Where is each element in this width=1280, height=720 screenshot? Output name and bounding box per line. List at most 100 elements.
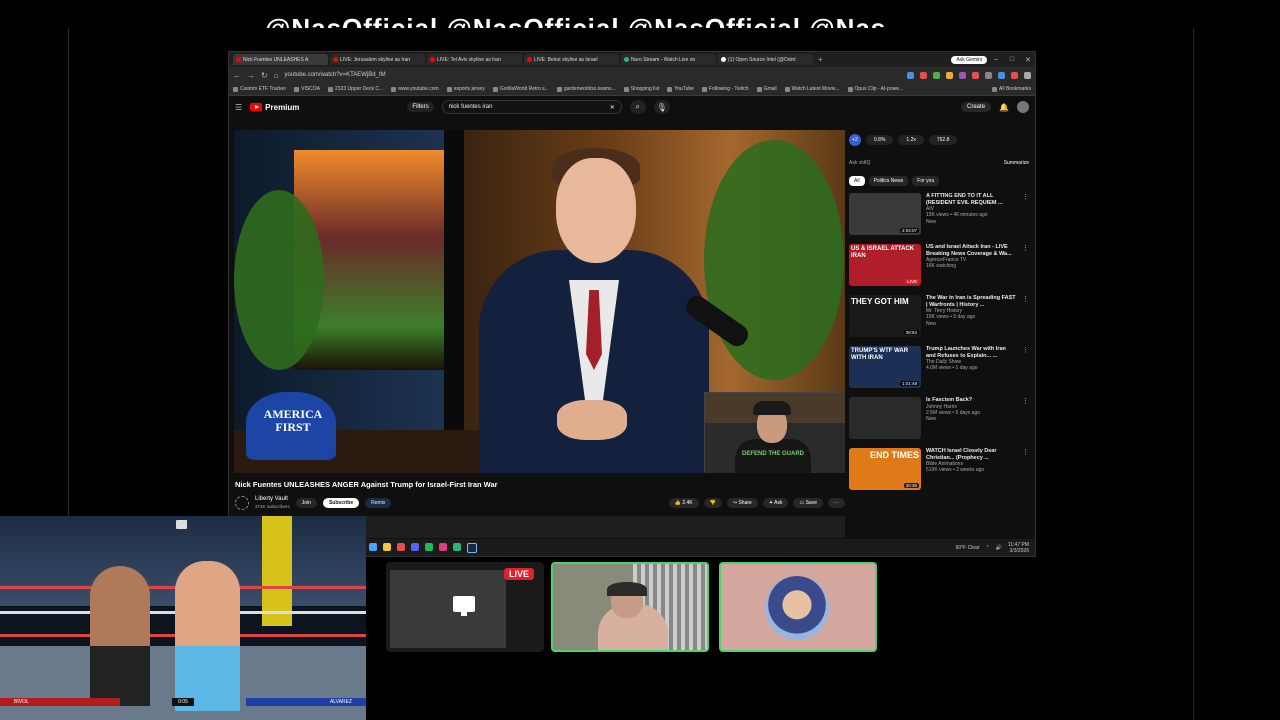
volume-icon[interactable]: 🔊 (996, 545, 1002, 551)
app-icon[interactable] (453, 542, 461, 551)
bell-icon[interactable]: 🔔 (999, 103, 1009, 112)
extension-icon[interactable] (972, 71, 979, 79)
more-options-icon[interactable]: ⋮ (1022, 448, 1029, 492)
vidiq-badge[interactable]: +2 (849, 134, 861, 146)
chip-all[interactable]: All (849, 176, 865, 186)
video-thumbnail[interactable]: US & ISRAEL ATTACK IRAN LIVE (849, 244, 921, 286)
dislike-button[interactable]: 👎 (703, 498, 722, 508)
webcam-tile[interactable] (551, 562, 709, 652)
like-button[interactable]: 👍 2.4K (668, 498, 699, 508)
extension-icon[interactable] (1024, 71, 1031, 79)
bookmark-item[interactable]: VISCOA (294, 86, 320, 92)
bookmark-item[interactable]: YouTube (667, 86, 694, 92)
channel-info[interactable]: Liberty Vault 374K subscribers (255, 496, 290, 510)
forward-icon[interactable]: → (247, 71, 255, 80)
video-player[interactable]: AMERICA FIRST DEFEND THE GUARD (234, 130, 845, 473)
list-item[interactable]: TRUMP'S WTF WAR WITH IRAN 1:01:48 Trump L… (849, 346, 1029, 390)
more-options-icon[interactable]: ⋮ (1022, 397, 1029, 441)
minimize-icon[interactable]: – (989, 56, 1003, 63)
spotify-icon[interactable] (425, 542, 433, 551)
app-icon[interactable] (439, 542, 447, 551)
avatar-tile[interactable] (719, 562, 877, 652)
extension-icon[interactable] (907, 71, 914, 79)
start-icon[interactable] (369, 542, 377, 551)
home-icon[interactable]: ⌂ (274, 71, 279, 80)
discord-icon[interactable] (411, 542, 419, 551)
bookmark-item[interactable]: Shopping list (623, 86, 659, 92)
chrome-icon[interactable] (397, 542, 405, 551)
list-item[interactable]: THEY GOT HIM 38:54 The War in Iran is Spr… (849, 295, 1029, 339)
menu-icon[interactable]: ☰ (235, 103, 242, 112)
wifi-icon[interactable]: ⌃ (986, 545, 990, 551)
extension-icon[interactable] (985, 71, 992, 79)
list-item[interactable]: 2:04:07 A FITTING END TO IT ALL (RESIDEN… (849, 193, 1029, 237)
share-button[interactable]: ↪ Share (726, 498, 758, 508)
youtube-logo[interactable]: Premium (250, 103, 299, 112)
maximize-icon[interactable]: □ (1005, 56, 1019, 63)
explorer-icon[interactable] (383, 542, 391, 551)
list-item[interactable]: Is Fascism Back? Johnny Harris 2.5M views … (849, 397, 1029, 441)
bookmark-item[interactable]: Watch Latest Movie... (784, 86, 840, 92)
video-thumbnail[interactable]: TRUMP'S WTF WAR WITH IRAN 1:01:48 (849, 346, 921, 388)
video-thumbnail[interactable]: END TIMES 30:36 (849, 448, 921, 490)
bookmark-item[interactable]: 2323 Upper Deck C... (328, 86, 383, 92)
ask-gemini-button[interactable]: Ask Gemini (951, 55, 987, 64)
bookmark-item[interactable]: GorillaWorld Retro s... (492, 86, 549, 92)
search-icon[interactable]: ⌕ (629, 100, 646, 114)
list-item[interactable]: US & ISRAEL ATTACK IRAN LIVE US and Israe… (849, 244, 1029, 288)
bookmark-item[interactable]: Custom ETF Tracker (233, 86, 286, 92)
bookmark-item[interactable]: Following - Twitch (701, 86, 749, 92)
clock-date[interactable]: 3/3/2026 (1008, 548, 1029, 554)
more-options-icon[interactable]: ⋮ (1022, 295, 1029, 339)
ask-vidiq-input[interactable]: Ask vidIQ (849, 160, 870, 166)
browser-tab[interactable]: LIVE: Jerusalem skyline as Iran (330, 54, 425, 65)
video-thumbnail[interactable]: 2:04:07 (849, 193, 921, 235)
summarize-button[interactable]: Summarize (1004, 160, 1029, 166)
browser-tab[interactable]: (1) Open Source Intel (@Osint (718, 54, 813, 65)
video-thumbnail[interactable]: THEY GOT HIM 38:54 (849, 295, 921, 337)
save-button[interactable]: ▭ Save (793, 498, 823, 508)
bookmark-item[interactable]: Opus Clip - AI-powe... (847, 86, 903, 92)
browser-tab[interactable]: LIVE: Beirut skyline as Israel (524, 54, 619, 65)
steam-icon[interactable] (467, 542, 477, 553)
ask-button[interactable]: ✦ Ask (762, 498, 789, 508)
browser-tab[interactable]: Nick Fuentes UNLEASHES A (233, 54, 328, 65)
profile-avatar[interactable] (1017, 101, 1029, 113)
extension-icon[interactable] (920, 71, 927, 79)
browser-tab[interactable]: LIVE: Tel Aviv skyline as Iran (427, 54, 522, 65)
list-item[interactable]: END TIMES 30:36 WATCH Israel Closely Dear… (849, 448, 1029, 492)
url-input[interactable]: youtube.com/watch?v=KTAEWjBd_tM (285, 72, 775, 78)
bookmark-item[interactable]: Gmail (756, 86, 777, 92)
more-options-icon[interactable]: ⋮ (1022, 346, 1029, 390)
extension-icon[interactable] (1011, 71, 1018, 79)
search-input[interactable]: nick fuentes iran ✕ (441, 100, 622, 114)
extension-icon[interactable] (933, 71, 940, 79)
weather-text[interactable]: 60°F Clear (956, 545, 980, 551)
back-icon[interactable]: ← (233, 71, 241, 80)
more-actions-icon[interactable]: ⋯ (828, 498, 845, 508)
more-options-icon[interactable]: ⋮ (1022, 193, 1029, 237)
mic-icon[interactable]: 🎙 (653, 100, 670, 114)
create-button[interactable]: Create (961, 102, 992, 112)
reload-icon[interactable]: ↻ (261, 71, 268, 80)
clock-time[interactable]: 11:47 PM (1008, 542, 1029, 548)
clear-search-icon[interactable]: ✕ (610, 104, 615, 111)
bookmark-item[interactable]: esports jersey (446, 86, 485, 92)
subscribe-button[interactable]: Subscribe (322, 498, 360, 508)
screen-share-tile[interactable]: LIVE (386, 562, 544, 652)
filters-button[interactable]: Filters (407, 102, 434, 112)
chip-politics-news[interactable]: Politics News (868, 176, 909, 186)
channel-avatar[interactable] (235, 496, 249, 510)
remix-button[interactable]: Remix (365, 498, 392, 508)
bookmark-item[interactable]: gardenworldss.teams... (556, 86, 616, 92)
more-options-icon[interactable]: ⋮ (1022, 244, 1029, 288)
browser-tab[interactable]: Nuro Stream - Watch Live on (621, 54, 716, 65)
extension-icon[interactable] (998, 71, 1005, 79)
bookmark-item[interactable]: www.youtube.com (391, 86, 439, 92)
close-icon[interactable]: ✕ (1021, 56, 1035, 64)
video-thumbnail[interactable] (849, 397, 921, 439)
new-tab-icon[interactable]: + (818, 55, 823, 64)
join-button[interactable]: Join (295, 498, 317, 508)
bookmark-item[interactable]: All Bookmarks (992, 86, 1031, 92)
extension-icon[interactable] (959, 71, 966, 79)
